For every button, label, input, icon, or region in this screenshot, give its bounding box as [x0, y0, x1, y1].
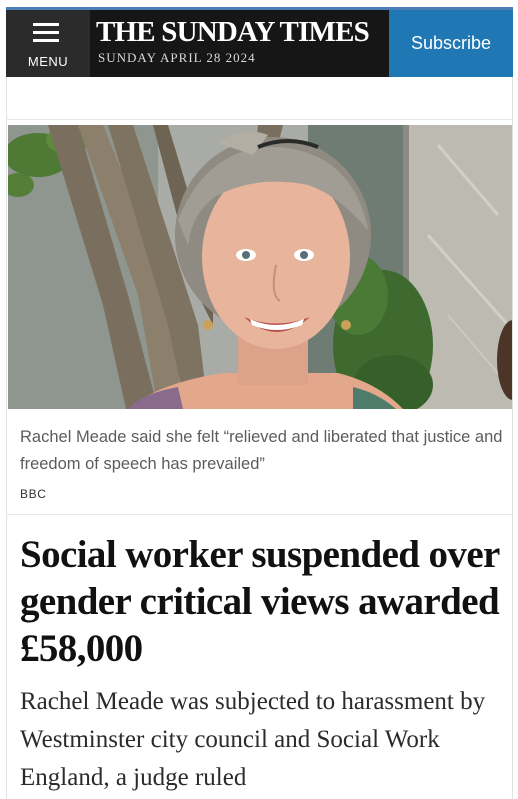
- article-standfirst: Rachel Meade was subjected to harassment…: [20, 688, 486, 791]
- subscribe-button[interactable]: Subscribe: [389, 10, 513, 77]
- portrait-photo-icon: [8, 125, 512, 409]
- menu-label: MENU: [27, 54, 69, 69]
- edition-date: SUNDAY APRIL 28 2024: [98, 50, 256, 65]
- masthead-logo[interactable]: THE SUNDAY TIMES SUNDAY APRIL 28 2024: [90, 10, 395, 77]
- menu-button[interactable]: MENU: [6, 10, 90, 77]
- site-header: MENU THE SUNDAY TIMES SUNDAY APRIL 28 20…: [6, 7, 513, 77]
- photo-credit: BBC: [20, 487, 47, 501]
- masthead-title: THE SUNDAY TIMES: [96, 16, 370, 48]
- header-divider: [6, 119, 513, 120]
- caption-divider: [6, 514, 513, 515]
- article-headline[interactable]: Social worker suspended over gender crit…: [20, 531, 508, 672]
- page-border-left: [6, 77, 7, 799]
- article-photo[interactable]: [8, 125, 512, 409]
- hamburger-icon: [33, 23, 59, 43]
- page-border-right: [512, 77, 513, 799]
- photo-caption: Rachel Meade said she felt “relieved and…: [20, 428, 503, 473]
